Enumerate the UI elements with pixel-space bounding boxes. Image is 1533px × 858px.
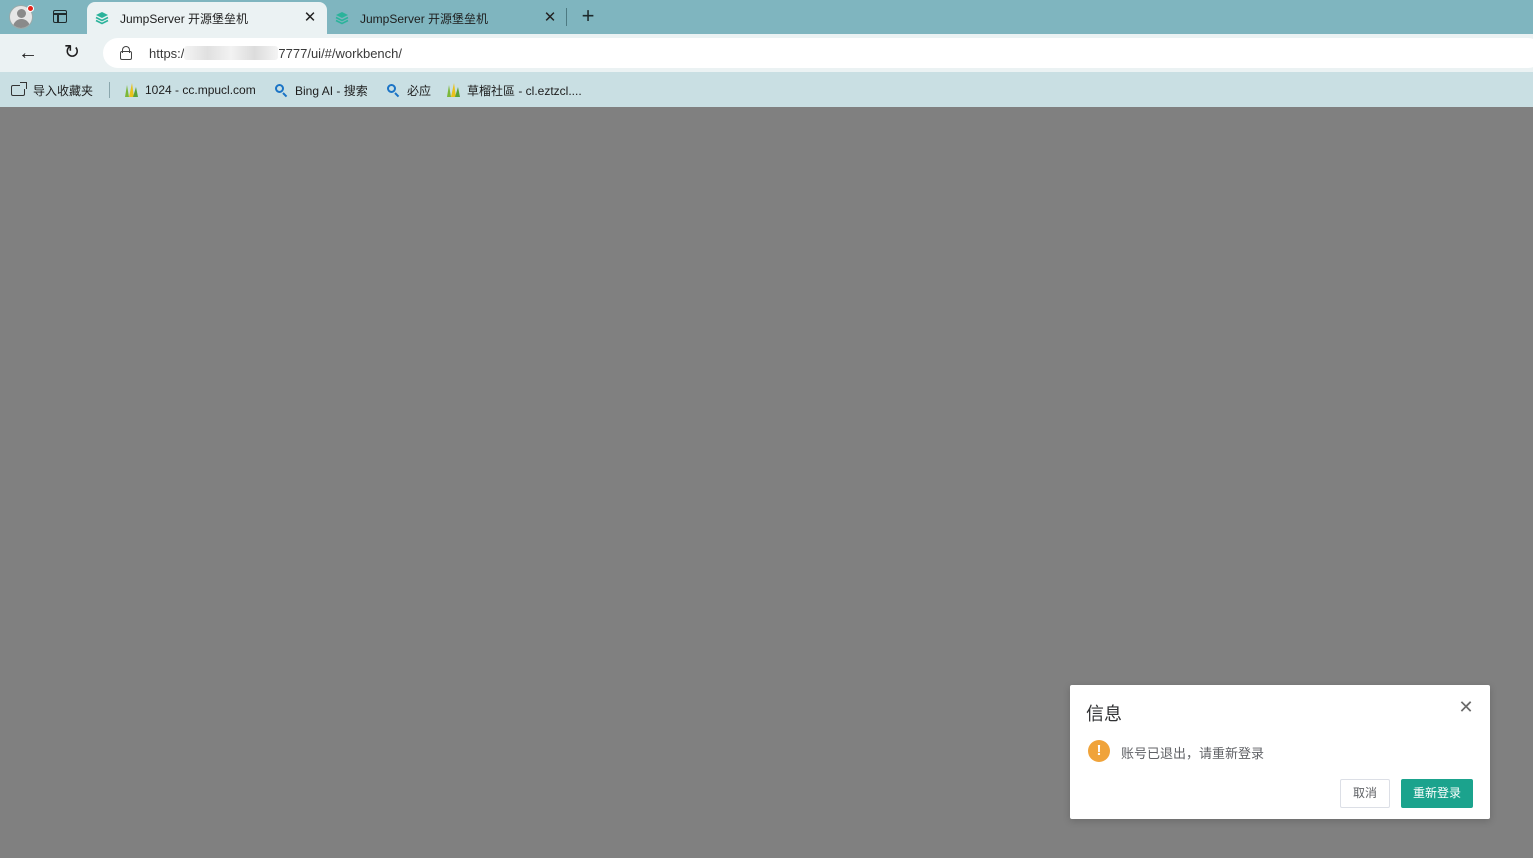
bookmarks-separator [109,82,110,98]
tab-strip: JumpServer 开源堡垒机 ✕ JumpServer 开源堡垒机 ✕ + [0,0,1533,34]
import-favorites-icon [11,82,27,98]
bookmark-bing-ai[interactable]: Bing AI - 搜索 [273,81,368,99]
tab-title: JumpServer 开源堡垒机 [360,11,489,26]
browser-toolbar: ← ↻ https:/7777/ui/#/workbench/ [0,34,1533,72]
bookmark-label: 1024 - cc.mpucl.com [145,83,256,97]
bookmark-caoliu[interactable]: 草榴社區 - cl.eztzcl.... [445,81,582,99]
search-icon [273,82,289,98]
tab-separator [566,8,567,26]
redacted-host [184,46,279,60]
relogin-button[interactable]: 重新登录 [1401,779,1473,808]
search-icon [385,82,401,98]
tab-close-icon[interactable]: ✕ [303,10,317,25]
back-arrow-icon[interactable]: ← [17,42,39,64]
jumpserver-favicon-icon [95,11,109,25]
bookmark-bing[interactable]: 必应 [385,81,431,99]
bookmark-label: 导入收藏夹 [33,83,94,98]
tab-title: JumpServer 开源堡垒机 [120,11,249,26]
dialog-message: 账号已退出，请重新登录 [1121,746,1265,761]
bookmarks-bar: 导入收藏夹 1024 - cc.mpucl.com Bing AI - 搜索 必… [0,72,1533,107]
grass-icon [123,82,139,98]
reload-icon[interactable]: ↻ [61,42,83,64]
tab-jumpserver-2[interactable]: JumpServer 开源堡垒机 ✕ [327,2,567,34]
bookmark-import-favorites[interactable]: 导入收藏夹 [11,81,93,99]
bookmark-1024[interactable]: 1024 - cc.mpucl.com [123,81,256,99]
tab-jumpserver-1[interactable]: JumpServer 开源堡垒机 ✕ [87,2,327,34]
notification-dot [27,5,34,12]
bookmark-label: Bing AI - 搜索 [295,83,368,98]
new-tab-icon[interactable]: + [578,5,598,27]
dialog-title: 信息 [1086,704,1122,724]
address-bar[interactable]: https:/7777/ui/#/workbench/ [103,38,1533,68]
url-text: https:/7777/ui/#/workbench/ [149,46,403,61]
bookmark-label: 草榴社區 - cl.eztzcl.... [467,83,582,98]
jumpserver-favicon-icon [335,11,349,25]
close-icon[interactable]: ✕ [1458,698,1474,716]
tab-actions-icon[interactable] [50,7,70,27]
tab-close-icon[interactable]: ✕ [543,10,557,25]
bookmark-label: 必应 [407,83,432,98]
grass-icon [445,82,461,98]
message-box-dialog: 信息 ✕ ! 账号已退出，请重新登录 取消 重新登录 [1070,685,1490,819]
lock-icon[interactable] [120,46,132,60]
warning-icon: ! [1088,740,1110,762]
cancel-button[interactable]: 取消 [1340,779,1390,808]
